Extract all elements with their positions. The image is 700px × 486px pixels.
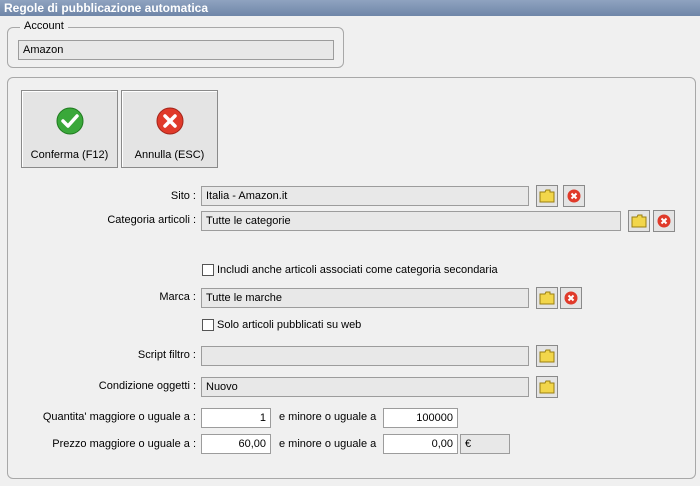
account-field[interactable]: Amazon [18,40,334,60]
categoria-browse-button[interactable] [628,210,650,232]
categoria-field[interactable]: Tutte le categorie [201,211,621,231]
folder-icon [631,214,647,228]
sito-clear-button[interactable] [563,185,585,207]
script-field[interactable] [201,346,529,366]
categoria-clear-button[interactable] [653,210,675,232]
delete-icon [564,291,578,305]
marca-field[interactable]: Tutte le marche [201,288,529,308]
sito-field[interactable]: Italia - Amazon.it [201,186,529,206]
folder-icon [539,380,555,394]
currency-field: € [460,434,510,454]
marca-browse-button[interactable] [536,287,558,309]
marca-clear-button[interactable] [560,287,582,309]
delete-icon [567,189,581,203]
quantita-max-label: e minore o uguale a [279,411,377,423]
delete-icon [657,214,671,228]
cancel-button[interactable]: Annulla (ESC) [121,90,218,168]
sito-label: Sito : [170,190,196,202]
includi-checkbox[interactable] [202,264,214,276]
solo-web-checkbox[interactable] [202,319,214,331]
confirm-label: Conferma (F12) [30,149,109,161]
solo-web-label: Solo articoli pubblicati su web [217,319,362,331]
folder-icon [539,291,555,305]
prezzo-max-field[interactable]: 0,00 [383,434,458,454]
account-group: Account Amazon [7,20,344,68]
account-legend: Account [20,20,68,32]
prezzo-label: Prezzo maggiore o uguale a : [52,438,196,450]
prezzo-max-label: e minore o uguale a [279,438,377,450]
categoria-label: Categoria articoli : [107,214,196,226]
marca-label: Marca : [159,291,196,303]
folder-icon [539,189,555,203]
quantita-label: Quantita' maggiore o uguale a : [42,411,196,423]
cancel-icon [156,107,184,135]
includi-label: Includi anche articoli associati come ca… [217,264,498,276]
quantita-min-field[interactable]: 1 [201,408,271,428]
script-browse-button[interactable] [536,345,558,367]
confirm-button[interactable]: Conferma (F12) [21,90,118,168]
condizione-label: Condizione oggetti : [98,380,196,392]
folder-icon [539,349,555,363]
script-label: Script filtro : [137,349,196,361]
window-title: Regole di pubblicazione automatica [0,0,700,16]
sito-browse-button[interactable] [536,185,558,207]
quantita-max-field[interactable]: 100000 [383,408,458,428]
check-icon [56,107,84,135]
condizione-browse-button[interactable] [536,376,558,398]
prezzo-min-field[interactable]: 60,00 [201,434,271,454]
cancel-label: Annulla (ESC) [134,149,205,161]
condizione-field[interactable]: Nuovo [201,377,529,397]
